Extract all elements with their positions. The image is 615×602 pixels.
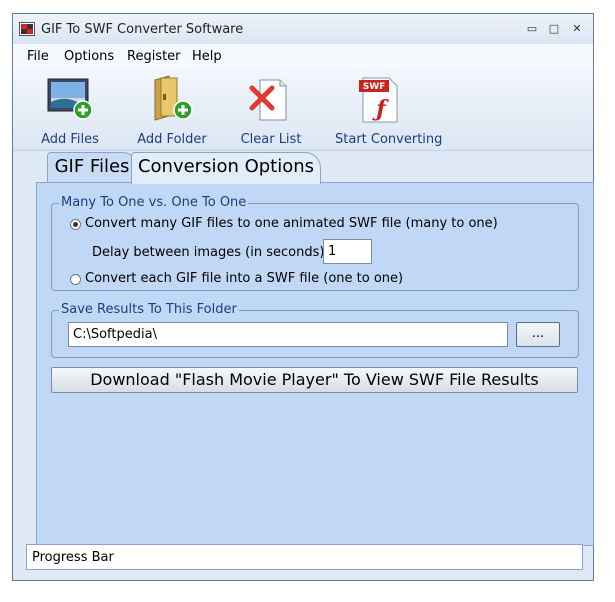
menu-bar: File Options Register Help <box>13 44 593 68</box>
tab-gif-files[interactable]: GIF Files <box>47 152 137 183</box>
add-files-button[interactable]: Add Files <box>41 74 99 147</box>
start-converting-button[interactable]: SWF ƒ Start Converting <box>335 74 442 147</box>
toolbar: Add Files Add Folder Clear List SWF ƒ St… <box>13 68 593 151</box>
delay-input[interactable] <box>323 239 372 264</box>
start-converting-label: Start Converting <box>335 132 443 147</box>
mode-group: Many To One vs. One To One Convert many … <box>51 195 579 291</box>
add-files-label: Add Files <box>41 132 99 147</box>
save-group-title: Save Results To This Folder <box>59 302 239 317</box>
close-button[interactable]: ✕ <box>566 20 588 38</box>
add-folder-button[interactable]: Add Folder <box>137 74 207 147</box>
radio-many-to-one[interactable] <box>70 219 81 230</box>
mode-group-title: Many To One vs. One To One <box>59 195 249 210</box>
save-folder-input[interactable] <box>68 322 508 347</box>
download-player-button[interactable]: Download "Flash Movie Player" To View SW… <box>51 367 578 393</box>
progress-bar: Progress Bar <box>26 544 583 570</box>
clear-list-button[interactable]: Clear List <box>241 74 301 147</box>
radio-one-to-one-label[interactable]: Convert each GIF file into a SWF file (o… <box>85 271 403 286</box>
conversion-options-panel: Many To One vs. One To One Convert many … <box>36 182 594 546</box>
maximize-button[interactable]: □ <box>543 20 565 38</box>
swf-file-icon: SWF ƒ <box>359 77 398 123</box>
tab-conversion-options[interactable]: Conversion Options <box>131 152 321 184</box>
add-folder-label: Add Folder <box>137 132 207 147</box>
progress-label: Progress Bar <box>32 550 114 565</box>
add-folder-icon <box>154 75 193 121</box>
clear-list-label: Clear List <box>240 132 302 147</box>
app-icon <box>19 22 35 36</box>
menu-file[interactable]: File <box>27 49 49 64</box>
clear-list-icon <box>249 79 287 121</box>
menu-help[interactable]: Help <box>192 49 222 64</box>
app-window: GIF To SWF Converter Software ▭ □ ✕ File… <box>12 13 594 581</box>
browse-button[interactable]: ... <box>516 322 560 347</box>
delay-label: Delay between images (in seconds): <box>92 245 329 260</box>
menu-options[interactable]: Options <box>64 49 114 64</box>
swf-badge-text: SWF <box>363 82 386 92</box>
radio-one-to-one[interactable] <box>70 274 81 285</box>
menu-register[interactable]: Register <box>127 49 181 64</box>
window-title: GIF To SWF Converter Software <box>41 22 244 37</box>
add-image-icon <box>47 78 93 120</box>
radio-many-to-one-label[interactable]: Convert many GIF files to one animated S… <box>85 216 498 231</box>
tabs-area: GIF Files Conversion Options Many To One… <box>23 152 594 546</box>
minimize-button[interactable]: ▭ <box>521 20 543 38</box>
title-bar[interactable]: GIF To SWF Converter Software ▭ □ ✕ <box>13 14 593 44</box>
save-group: Save Results To This Folder ... <box>51 302 579 358</box>
